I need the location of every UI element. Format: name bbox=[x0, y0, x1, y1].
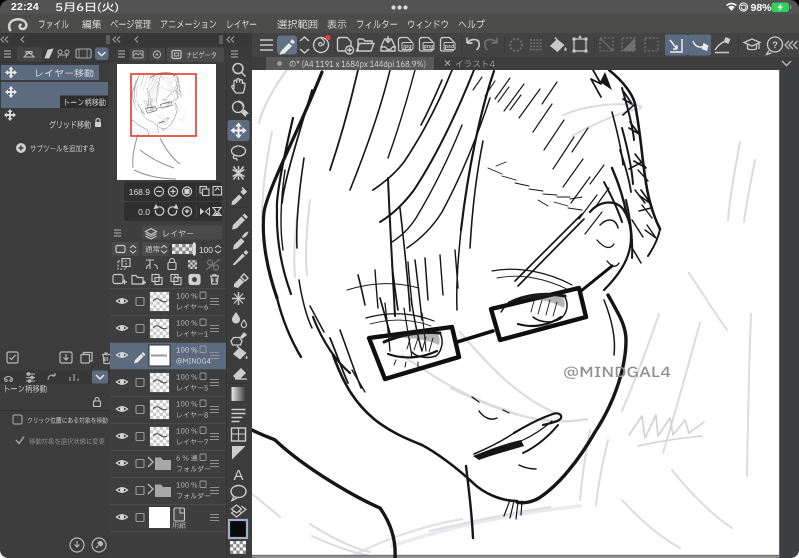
svg-text:0.0: 0.0 bbox=[138, 207, 150, 217]
svg-text:png: png bbox=[423, 44, 433, 50]
svg-text:jpg: jpg bbox=[402, 44, 411, 50]
svg-text:100: 100 bbox=[199, 245, 213, 255]
svg-text:A: A bbox=[233, 467, 243, 484]
svg-text:?: ? bbox=[772, 40, 778, 51]
svg-text:psd: psd bbox=[445, 44, 455, 50]
svg-text:168.9: 168.9 bbox=[129, 187, 151, 197]
svg-text:98%: 98% bbox=[751, 2, 773, 13]
